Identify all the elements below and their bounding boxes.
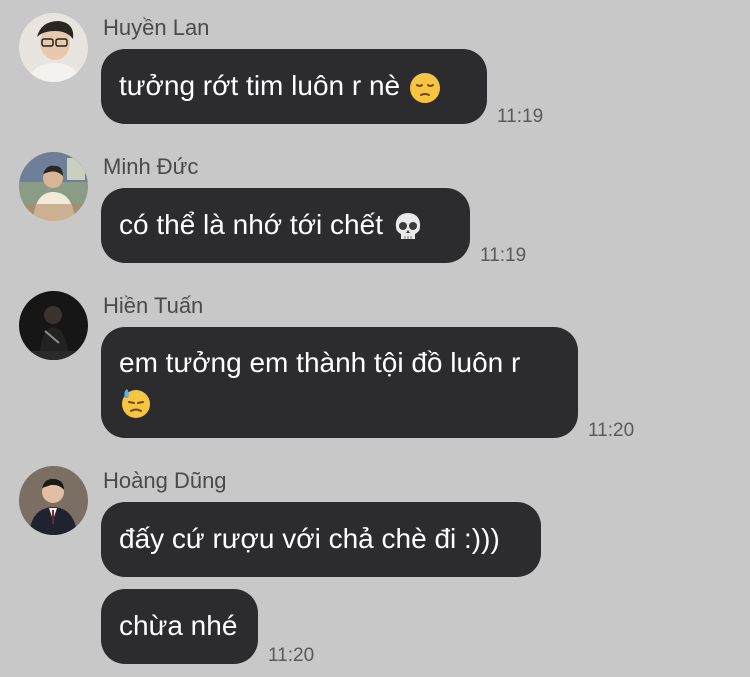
sender-name: Hoàng Dũng bbox=[103, 468, 227, 493]
message-time: 11:19 bbox=[497, 106, 544, 127]
sender-name: Huyền Lan bbox=[103, 15, 210, 40]
message-text: chừa nhé bbox=[119, 610, 238, 641]
avatar-photo-room bbox=[19, 152, 88, 221]
chat-thread: Huyền Lan tưởng rớt tim luôn r nè 11:19 … bbox=[0, 0, 750, 677]
avatar-photo-dark bbox=[19, 291, 88, 360]
message-text: đấy cứ rượu với chả chè đi :))) bbox=[119, 523, 500, 554]
avatar-huyen-lan[interactable] bbox=[19, 13, 88, 82]
message-bubble[interactable]: tưởng rớt tim luôn r nè bbox=[101, 49, 487, 124]
message-text: tưởng rớt tim luôn r nè bbox=[119, 70, 401, 101]
sender-name: Minh Đức bbox=[103, 154, 199, 179]
message-bubble[interactable]: đấy cứ rượu với chả chè đi :))) bbox=[101, 502, 541, 577]
message-time: 11:19 bbox=[480, 245, 527, 266]
message-bubble[interactable]: có thể là nhớ tới chết bbox=[101, 188, 470, 263]
message-text: em tưởng em thành tội đồ luôn r bbox=[119, 347, 521, 378]
message-bubble[interactable]: em tưởng em thành tội đồ luôn r bbox=[101, 327, 578, 438]
skull-emoji bbox=[391, 210, 425, 244]
message-text: có thể là nhớ tới chết bbox=[119, 209, 383, 240]
sender-name: Hiền Tuấn bbox=[103, 293, 204, 318]
message-bubble[interactable]: chừa nhé bbox=[101, 589, 258, 664]
avatar-photo-glasses bbox=[19, 13, 88, 82]
avatar-hoang-dung[interactable] bbox=[19, 466, 88, 535]
message-time: 11:20 bbox=[268, 645, 315, 666]
pensive-face-emoji bbox=[408, 71, 442, 105]
avatar-photo-suit bbox=[19, 466, 88, 535]
message-time: 11:20 bbox=[588, 420, 635, 441]
downcast-sweat-face-emoji bbox=[119, 386, 153, 420]
avatar-hien-tuan[interactable] bbox=[19, 291, 88, 360]
avatar-minh-duc[interactable] bbox=[19, 152, 88, 221]
